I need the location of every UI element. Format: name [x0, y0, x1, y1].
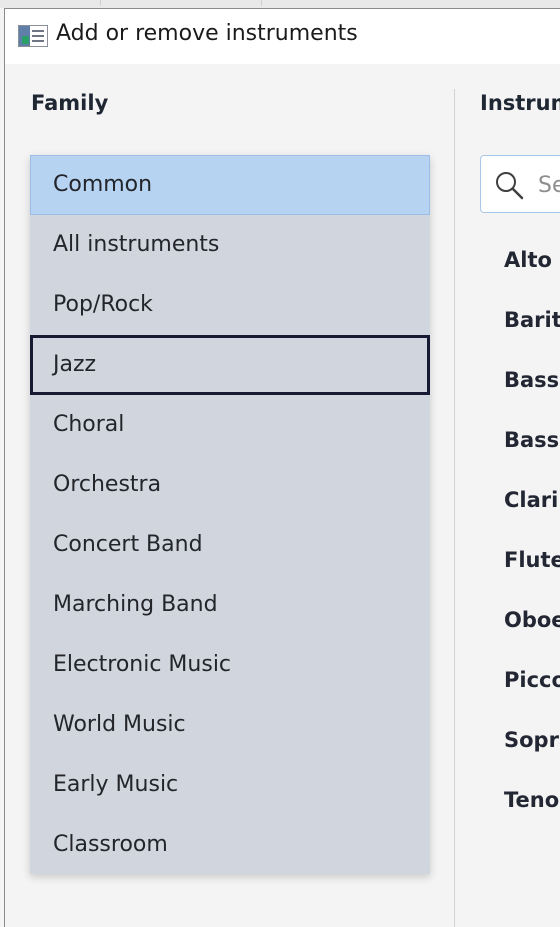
family-item-common[interactable]: Common — [30, 155, 430, 215]
window-title: Add or remove instruments — [56, 21, 358, 46]
instrument-item-baritone[interactable]: Barito — [504, 290, 560, 350]
instrument-item-soprano[interactable]: Sopra — [504, 710, 560, 770]
background-window-strip — [0, 0, 560, 8]
family-item-early-music[interactable]: Early Music — [30, 755, 430, 815]
instrument-item-oboe[interactable]: Oboe — [504, 590, 560, 650]
panel-divider — [454, 89, 455, 927]
family-item-orchestra[interactable]: Orchestra — [30, 455, 430, 515]
search-icon — [496, 172, 524, 200]
family-item-world-music[interactable]: World Music — [30, 695, 430, 755]
app-icon-line — [32, 40, 44, 42]
instrument-item-piccolo[interactable]: Picco — [504, 650, 560, 710]
instrument-item-alto[interactable]: Alto S — [504, 230, 560, 290]
family-item-jazz[interactable]: Jazz — [30, 335, 430, 395]
instrument-item-tenor[interactable]: Tenor — [504, 770, 560, 830]
family-item-concert-band[interactable]: Concert Band — [30, 515, 430, 575]
family-item-choral[interactable]: Choral — [30, 395, 430, 455]
dialog-window: Add or remove instruments Family Instrum… — [4, 8, 560, 927]
instrument-heading: Instrum — [480, 91, 560, 115]
instrument-search-box[interactable] — [480, 155, 560, 214]
app-icon-accent — [22, 36, 29, 44]
app-icon — [18, 25, 48, 47]
instrument-item-bassoon[interactable]: Basso — [504, 410, 560, 470]
family-item-electronic-music[interactable]: Electronic Music — [30, 635, 430, 695]
family-item-all-instruments[interactable]: All instruments — [30, 215, 430, 275]
instrument-item-flute[interactable]: Flute — [504, 530, 560, 590]
family-item-marching-band[interactable]: Marching Band — [30, 575, 430, 635]
title-bar[interactable]: Add or remove instruments — [5, 9, 560, 64]
instrument-list: Alto S Barito Bass C Basso Clarin Flute … — [504, 230, 560, 830]
family-heading: Family — [31, 91, 109, 115]
instrument-item-clarinet[interactable]: Clarin — [504, 470, 560, 530]
instrument-search-input[interactable] — [536, 156, 560, 214]
app-icon-line — [32, 35, 44, 37]
family-item-pop-rock[interactable]: Pop/Rock — [30, 275, 430, 335]
screen-frame: Add or remove instruments Family Instrum… — [0, 0, 560, 927]
instrument-item-bass[interactable]: Bass C — [504, 350, 560, 410]
family-item-classroom[interactable]: Classroom — [30, 815, 430, 875]
background-window-edge — [100, 0, 262, 6]
family-list: Common All instruments Pop/Rock Jazz Cho… — [30, 155, 430, 874]
app-icon-line — [32, 30, 44, 32]
